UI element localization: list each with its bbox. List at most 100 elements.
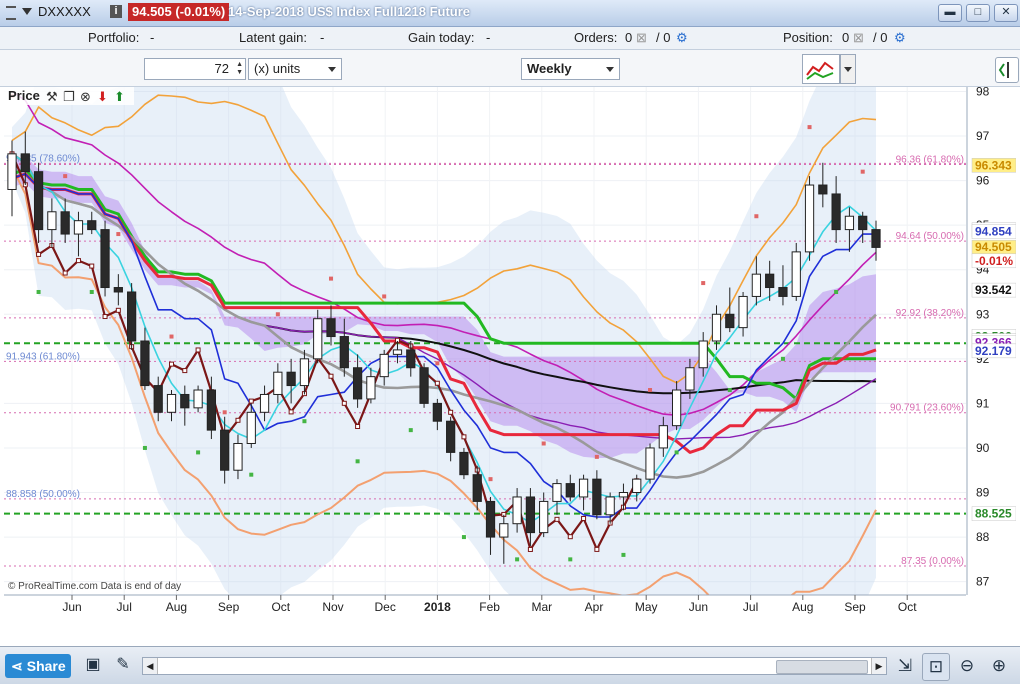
candle-body [100,229,110,289]
sar-dot [727,388,732,393]
chikou-marker [554,516,560,522]
sar-dot [142,445,147,450]
chikou-marker [461,434,467,440]
chikou-marker [448,409,454,415]
minimize-button[interactable]: ▬ [938,4,962,22]
orders-cancel-icon[interactable]: ⊠ [636,30,647,46]
candle-body [73,220,84,235]
timeframe-dropdown[interactable]: Weekly [521,58,620,80]
chikou-marker [115,307,121,313]
sar-dot [674,450,679,455]
bottom-toolbar: ⋖ Share ▣ ✎ ◀ ▶ ⇲ ⊡ ⊖ ⊕ [0,646,1020,684]
time-tick-label: Nov [322,600,343,614]
candle-body [871,229,881,248]
candle-body [7,153,17,190]
price-label-text: 94.854 [975,225,1012,239]
move-down-icon[interactable]: ⬇ [97,90,108,105]
scroll-thumb[interactable] [776,660,868,674]
sar-dot [541,441,546,446]
chikou-marker [75,258,81,264]
candle-body [778,287,788,297]
chikou-marker [288,409,294,415]
candle-body [366,376,376,400]
stepper-arrows-icon[interactable]: ▲ ▼ [233,61,243,77]
zoom-fit-icon[interactable]: ⊡ [922,653,950,681]
fibonacci-label: 96.385 (78.60%) [6,153,80,164]
candle-body [725,313,735,329]
price-tick-label: 87 [976,575,990,589]
panel-arrows-icon [998,62,1009,78]
time-tick-label: Jun [689,600,708,614]
drawing-tools-icon[interactable]: ✎ [112,654,134,676]
sar-dot [302,419,307,424]
candle-body [47,211,57,231]
portfolio-infobar: Portfolio: - Latent gain: - Gain today: … [0,27,1020,50]
symbol-selector[interactable]: DXXXXX [6,4,91,20]
chart-title: Price [8,88,40,103]
candle-body [658,425,668,449]
position-label: Position: [783,30,833,45]
screenshot-icon[interactable]: ▣ [82,654,104,676]
units-dropdown[interactable]: (x) units [248,58,342,80]
sar-dot [568,557,573,562]
position-settings-icon[interactable]: ⚙ [894,30,906,46]
chart-type-button[interactable] [802,54,840,84]
chikou-marker [355,424,361,430]
chart-type-icon [806,61,834,80]
price-label-text: 94.505 [975,240,1012,254]
sar-dot [621,552,626,557]
position-cancel-icon[interactable]: ⊠ [853,30,864,46]
maximize-button[interactable]: □ [966,4,990,22]
zoom-in-icon[interactable]: ⊕ [986,653,1012,679]
candle-body [87,220,97,231]
chevron-down-icon[interactable] [22,8,32,15]
scroll-right-icon[interactable]: ▶ [871,658,886,674]
sar-dot [701,281,706,286]
price-chart[interactable]: 96.36 (61.80%) 94.64 (50.00%) 92.92 (38.20… [4,29,1020,676]
price-badge: 94.505 (-0.01%) [128,3,230,21]
move-up-icon[interactable]: ⬆ [114,90,125,105]
auto-scroll-icon[interactable]: ⇲ [892,653,918,679]
menu-icon[interactable] [6,5,16,20]
sar-dot [648,388,653,393]
chart-scrollbar[interactable]: ◀ ▶ [142,657,887,675]
chikou-marker [169,361,175,367]
close-button[interactable]: ✕ [994,4,1018,22]
sar-dot [63,174,68,179]
candle-body [206,389,217,431]
chikou-marker [434,380,440,386]
chikou-marker [341,400,347,406]
window-titlebar: DXXXXX i 94.505 (-0.01%) 14-Sep-2018 US$… [0,0,1020,27]
share-button[interactable]: ⋖ Share [5,654,71,678]
candle-body [392,349,403,355]
sar-dot [196,450,201,455]
candle-body [20,153,30,173]
chikou-marker [102,314,108,320]
scroll-left-icon[interactable]: ◀ [143,658,158,674]
info-icon[interactable]: i [110,5,122,18]
sar-dot [249,472,254,477]
orders-settings-icon[interactable]: ⚙ [676,30,688,46]
units-stepper[interactable]: 72 ▲ ▼ [144,58,246,80]
close-icon[interactable]: ⊗ [80,90,91,105]
chart-type-dropdown[interactable] [840,54,856,84]
candle-body [313,318,323,360]
wrench-icon[interactable]: ⚒ [46,90,58,105]
sar-dot [807,125,812,130]
instrument-description: 14-Sep-2018 US$ Index Full1218 Future [228,4,471,19]
chart-svg[interactable]: 96.36 (61.80%)94.64 (50.00%)92.92 (38.20… [4,29,1020,676]
price-tick-label: 96 [976,174,990,188]
zoom-out-icon[interactable]: ⊖ [954,653,980,679]
popout-icon[interactable]: ❐ [63,90,75,105]
gain-today-value: - [486,30,491,45]
candle-body [578,478,589,498]
candle-body [831,193,841,231]
timeframe-label: Weekly [527,61,572,76]
time-tick-label: May [635,600,658,614]
candle-body [127,291,137,342]
price-tick-label: 89 [976,486,990,500]
candle-body [499,523,509,538]
sar-dot [89,289,94,294]
orders-total: / 0 [656,30,671,45]
side-panel-toggle[interactable] [995,57,1019,83]
